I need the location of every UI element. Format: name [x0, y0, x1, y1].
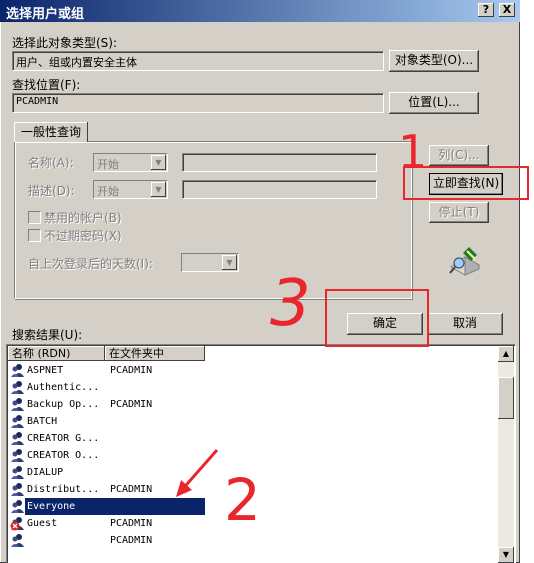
annotation-mark-2: 2: [224, 466, 261, 534]
annotation-mark-3: 3: [270, 267, 311, 341]
annotation-mark-1: 1: [398, 125, 427, 179]
annotation-marks: 1 3 2: [176, 125, 427, 534]
